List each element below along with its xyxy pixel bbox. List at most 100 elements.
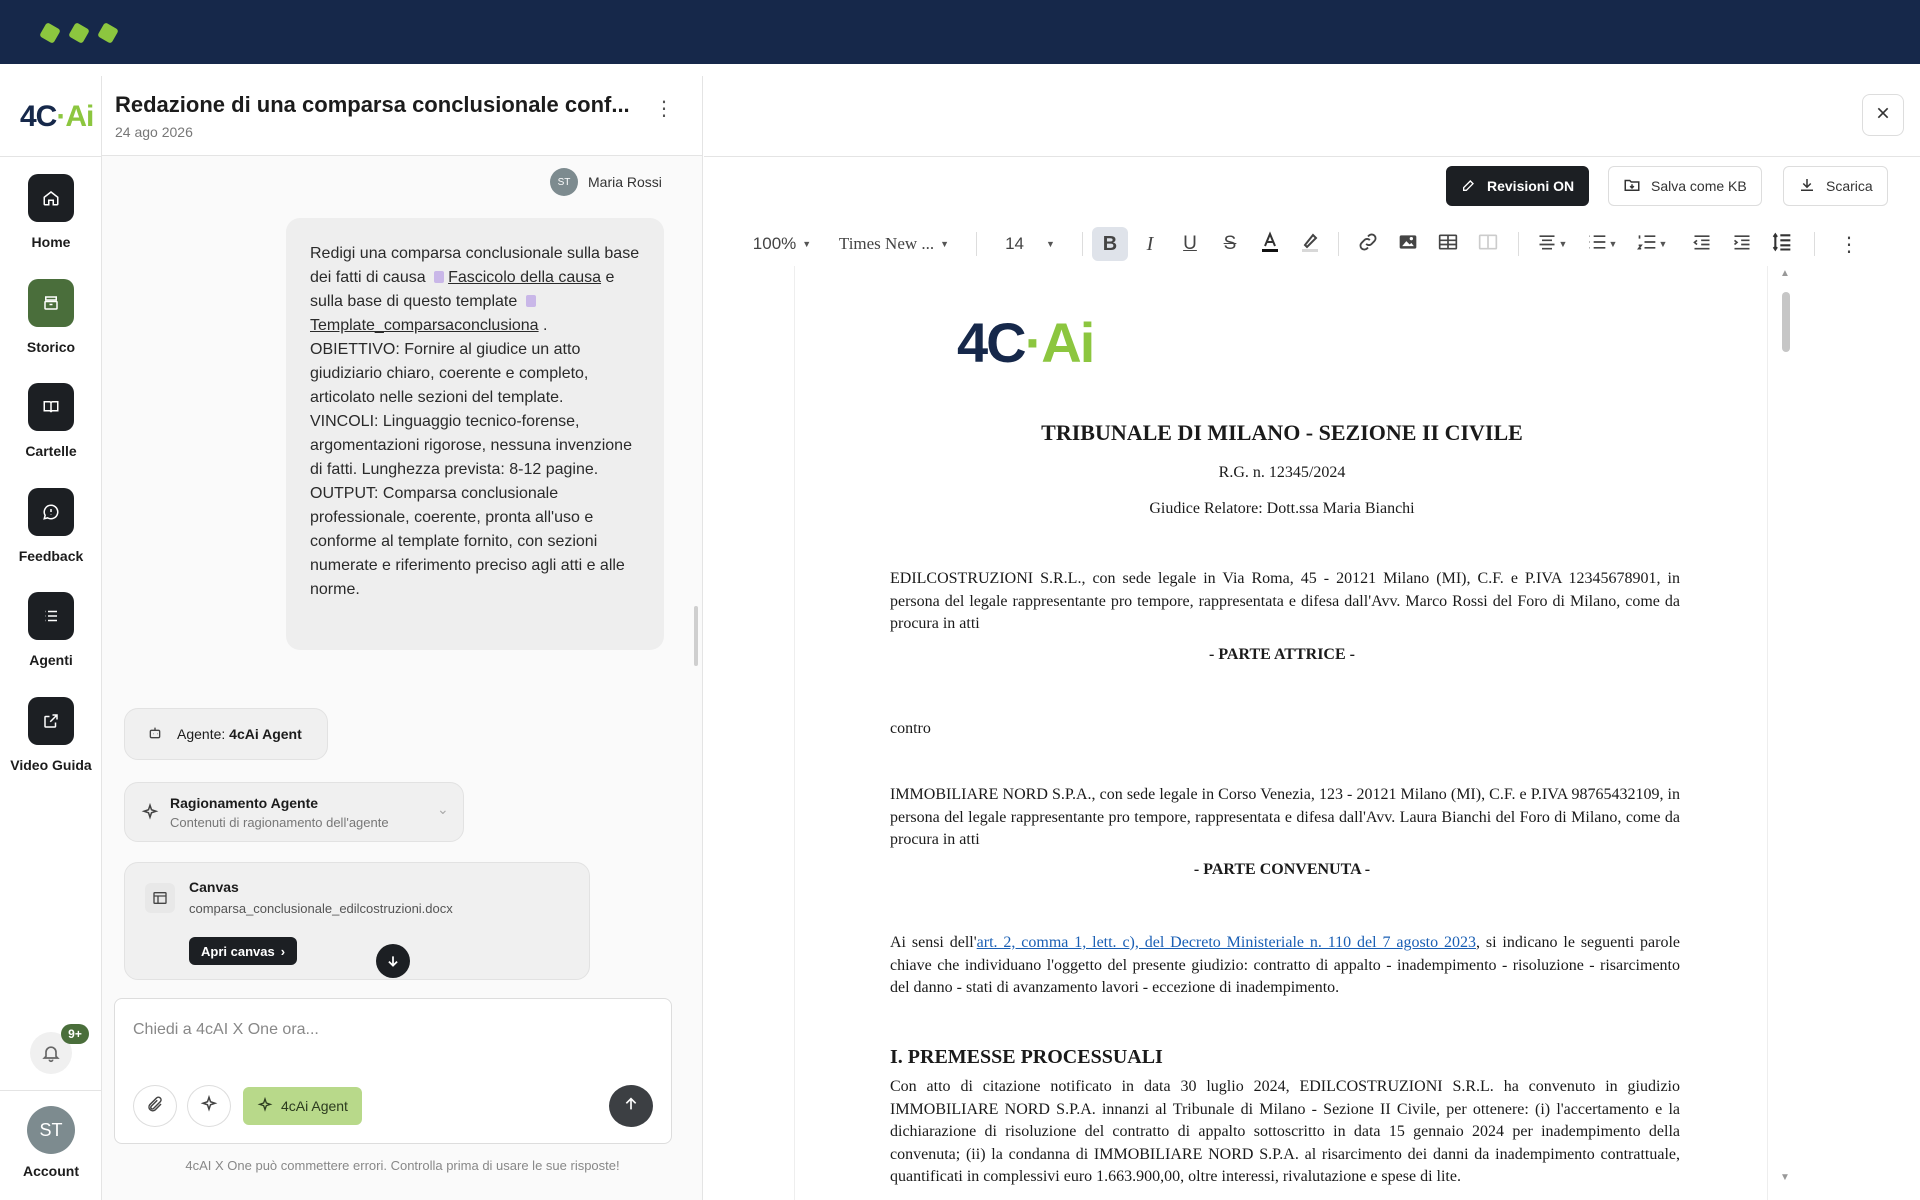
bold-button[interactable]: B: [1092, 227, 1128, 261]
nav-item-feedback[interactable]: Feedback: [0, 488, 102, 564]
save-kb-label: Salva come KB: [1651, 178, 1747, 194]
chat-input[interactable]: [133, 1021, 633, 1039]
reasoning-subtitle: Contenuti di ragionamento dell'agente: [170, 815, 389, 830]
chat-scrollbar[interactable]: [694, 606, 698, 666]
zoom-value: 100%: [752, 234, 797, 253]
toolbar-separator: [1518, 232, 1519, 256]
send-button[interactable]: [609, 1085, 653, 1127]
doc-logo-separator: ·: [1024, 311, 1044, 374]
nav-item-home[interactable]: Home: [0, 174, 102, 250]
message-objective: OBIETTIVO: Fornire al giudice un atto gi…: [310, 341, 589, 406]
message-output: OUTPUT: Comparsa conclusionale professio…: [310, 485, 625, 598]
more-options-icon[interactable]: ⋮: [654, 96, 674, 120]
save-kb-button[interactable]: Salva come KB: [1608, 166, 1762, 206]
attachment-link-fascicolo[interactable]: Fascicolo della causa: [448, 269, 601, 286]
download-button[interactable]: Scarica: [1783, 166, 1888, 206]
zoom-select[interactable]: 100% ▼: [746, 227, 818, 261]
law-reference-link[interactable]: art. 2, comma 1, lett. c), del Decreto M…: [977, 934, 1476, 951]
external-link-icon: [28, 697, 74, 745]
merge-cells-button[interactable]: [1470, 227, 1506, 261]
highlighter-icon: [1300, 231, 1320, 258]
document-logo: 4C·Ai: [957, 310, 1095, 375]
sparkle-icon: [200, 1094, 218, 1118]
notification-badge: 9+: [61, 1024, 89, 1044]
document-keywords: Ai sensi dell'art. 2, comma 1, lett. c),…: [890, 932, 1680, 1000]
table-icon: [1438, 232, 1458, 257]
agent-indicator: Agente: 4cAi Agent: [124, 708, 328, 760]
insert-link-button[interactable]: [1350, 227, 1386, 261]
window-dot-2[interactable]: [68, 22, 90, 44]
logo-separator: ·: [56, 100, 66, 133]
chat-title: Redazione di una comparsa conclusionale …: [115, 92, 630, 117]
message-text: .: [543, 317, 548, 334]
chat-icon: [28, 488, 74, 536]
doc-logo-part-b: Ai: [1041, 311, 1095, 374]
document-defendant-role: - PARTE CONVENUTA -: [1193, 861, 1371, 878]
pencil-icon: [1461, 177, 1477, 196]
chat-date: 24 ago 2026: [115, 124, 193, 140]
nav-item-storico[interactable]: Storico: [0, 279, 102, 355]
chat-panel: Redazione di una comparsa conclusionale …: [102, 76, 703, 1200]
document-party-plaintiff: EDILCOSTRUZIONI S.R.L., con sede legale …: [890, 570, 1680, 632]
disclaimer-text: 4cAI X One può commettere errori. Contro…: [185, 1158, 620, 1173]
nav-item-video-guida[interactable]: Video Guida: [0, 697, 102, 773]
document-versus: contro: [890, 720, 931, 737]
scroll-down-icon[interactable]: ▼: [1780, 1172, 1790, 1183]
document-icon: [434, 271, 445, 283]
text-color-button[interactable]: [1252, 227, 1288, 261]
account-avatar[interactable]: ST: [27, 1106, 75, 1154]
close-canvas-button[interactable]: [1862, 94, 1904, 136]
message-composer: 4cAi Agent: [114, 998, 672, 1144]
revisions-toggle-button[interactable]: Revisioni ON: [1446, 166, 1590, 206]
outdent-button[interactable]: [1684, 227, 1720, 261]
scroll-down-button[interactable]: [376, 944, 410, 978]
strikethrough-icon: S: [1223, 233, 1237, 254]
line-spacing-button[interactable]: [1764, 227, 1800, 261]
nav-label: Cartelle: [25, 443, 77, 459]
font-family-select[interactable]: Times New ... ▼: [826, 227, 962, 261]
open-canvas-label: Apri canvas: [201, 943, 275, 959]
underline-button[interactable]: U: [1172, 227, 1208, 261]
window-dot-3[interactable]: [97, 22, 119, 44]
indent-button[interactable]: [1724, 227, 1760, 261]
bullet-list-select[interactable]: ▼: [1580, 227, 1624, 261]
open-canvas-button[interactable]: Apri canvas ›: [189, 937, 298, 965]
document-page-viewport[interactable]: 4C·Ai TRIBUNALE DI MILANO - SEZIONE II C…: [794, 266, 1768, 1200]
agent-reasoning-toggle[interactable]: Ragionamento Agente Contenuti di ragiona…: [124, 782, 464, 842]
agent-selector-chip[interactable]: 4cAi Agent: [243, 1087, 362, 1125]
insert-image-button[interactable]: [1390, 227, 1426, 261]
scroll-up-icon[interactable]: ▲: [1780, 268, 1790, 279]
tools-button[interactable]: [187, 1085, 231, 1127]
list-icon: [28, 592, 74, 640]
caret-down-icon: ▼: [802, 239, 812, 249]
more-formatting-icon[interactable]: ⋮: [1834, 227, 1864, 261]
attachment-link-template[interactable]: Template_comparsaconclusiona: [310, 317, 539, 334]
scrollbar-thumb[interactable]: [1782, 292, 1790, 352]
paperclip-icon: [146, 1095, 164, 1118]
highlight-button[interactable]: [1292, 227, 1328, 261]
attach-button[interactable]: [133, 1085, 177, 1127]
nav-label: Home: [31, 234, 71, 250]
font-size-select[interactable]: 14 ▼: [994, 227, 1066, 261]
doc-logo-part-a: 4C: [957, 311, 1027, 374]
align-select[interactable]: ▼: [1530, 227, 1574, 261]
nav-item-agenti[interactable]: Agenti: [0, 592, 102, 668]
app-logo[interactable]: 4C·Ai: [20, 100, 94, 134]
formatting-toolbar: 100% ▼ Times New ... ▼ 14 ▼ B I U S ▼ ▼ ▼ ⋮: [704, 218, 1920, 270]
strikethrough-button[interactable]: S: [1212, 227, 1248, 261]
divider: [0, 1090, 102, 1091]
line-spacing-icon: [1772, 232, 1792, 257]
nav-item-cartelle[interactable]: Cartelle: [0, 383, 102, 459]
account-label[interactable]: Account: [0, 1163, 102, 1179]
document-scrollbar[interactable]: ▲ ▼: [1780, 268, 1792, 1188]
nav-label: Feedback: [18, 548, 84, 564]
bold-icon: B: [1102, 232, 1118, 255]
window-dot-1[interactable]: [39, 22, 61, 44]
document-rg-number: R.G. n. 12345/2024: [1218, 464, 1346, 481]
document-judge: Giudice Relatore: Dott.ssa Maria Bianchi: [1149, 500, 1415, 517]
indent-icon: [1732, 233, 1752, 256]
folder-download-icon: [1623, 176, 1641, 197]
italic-button[interactable]: I: [1132, 227, 1168, 261]
insert-table-button[interactable]: [1430, 227, 1466, 261]
numbered-list-select[interactable]: ▼: [1630, 227, 1674, 261]
